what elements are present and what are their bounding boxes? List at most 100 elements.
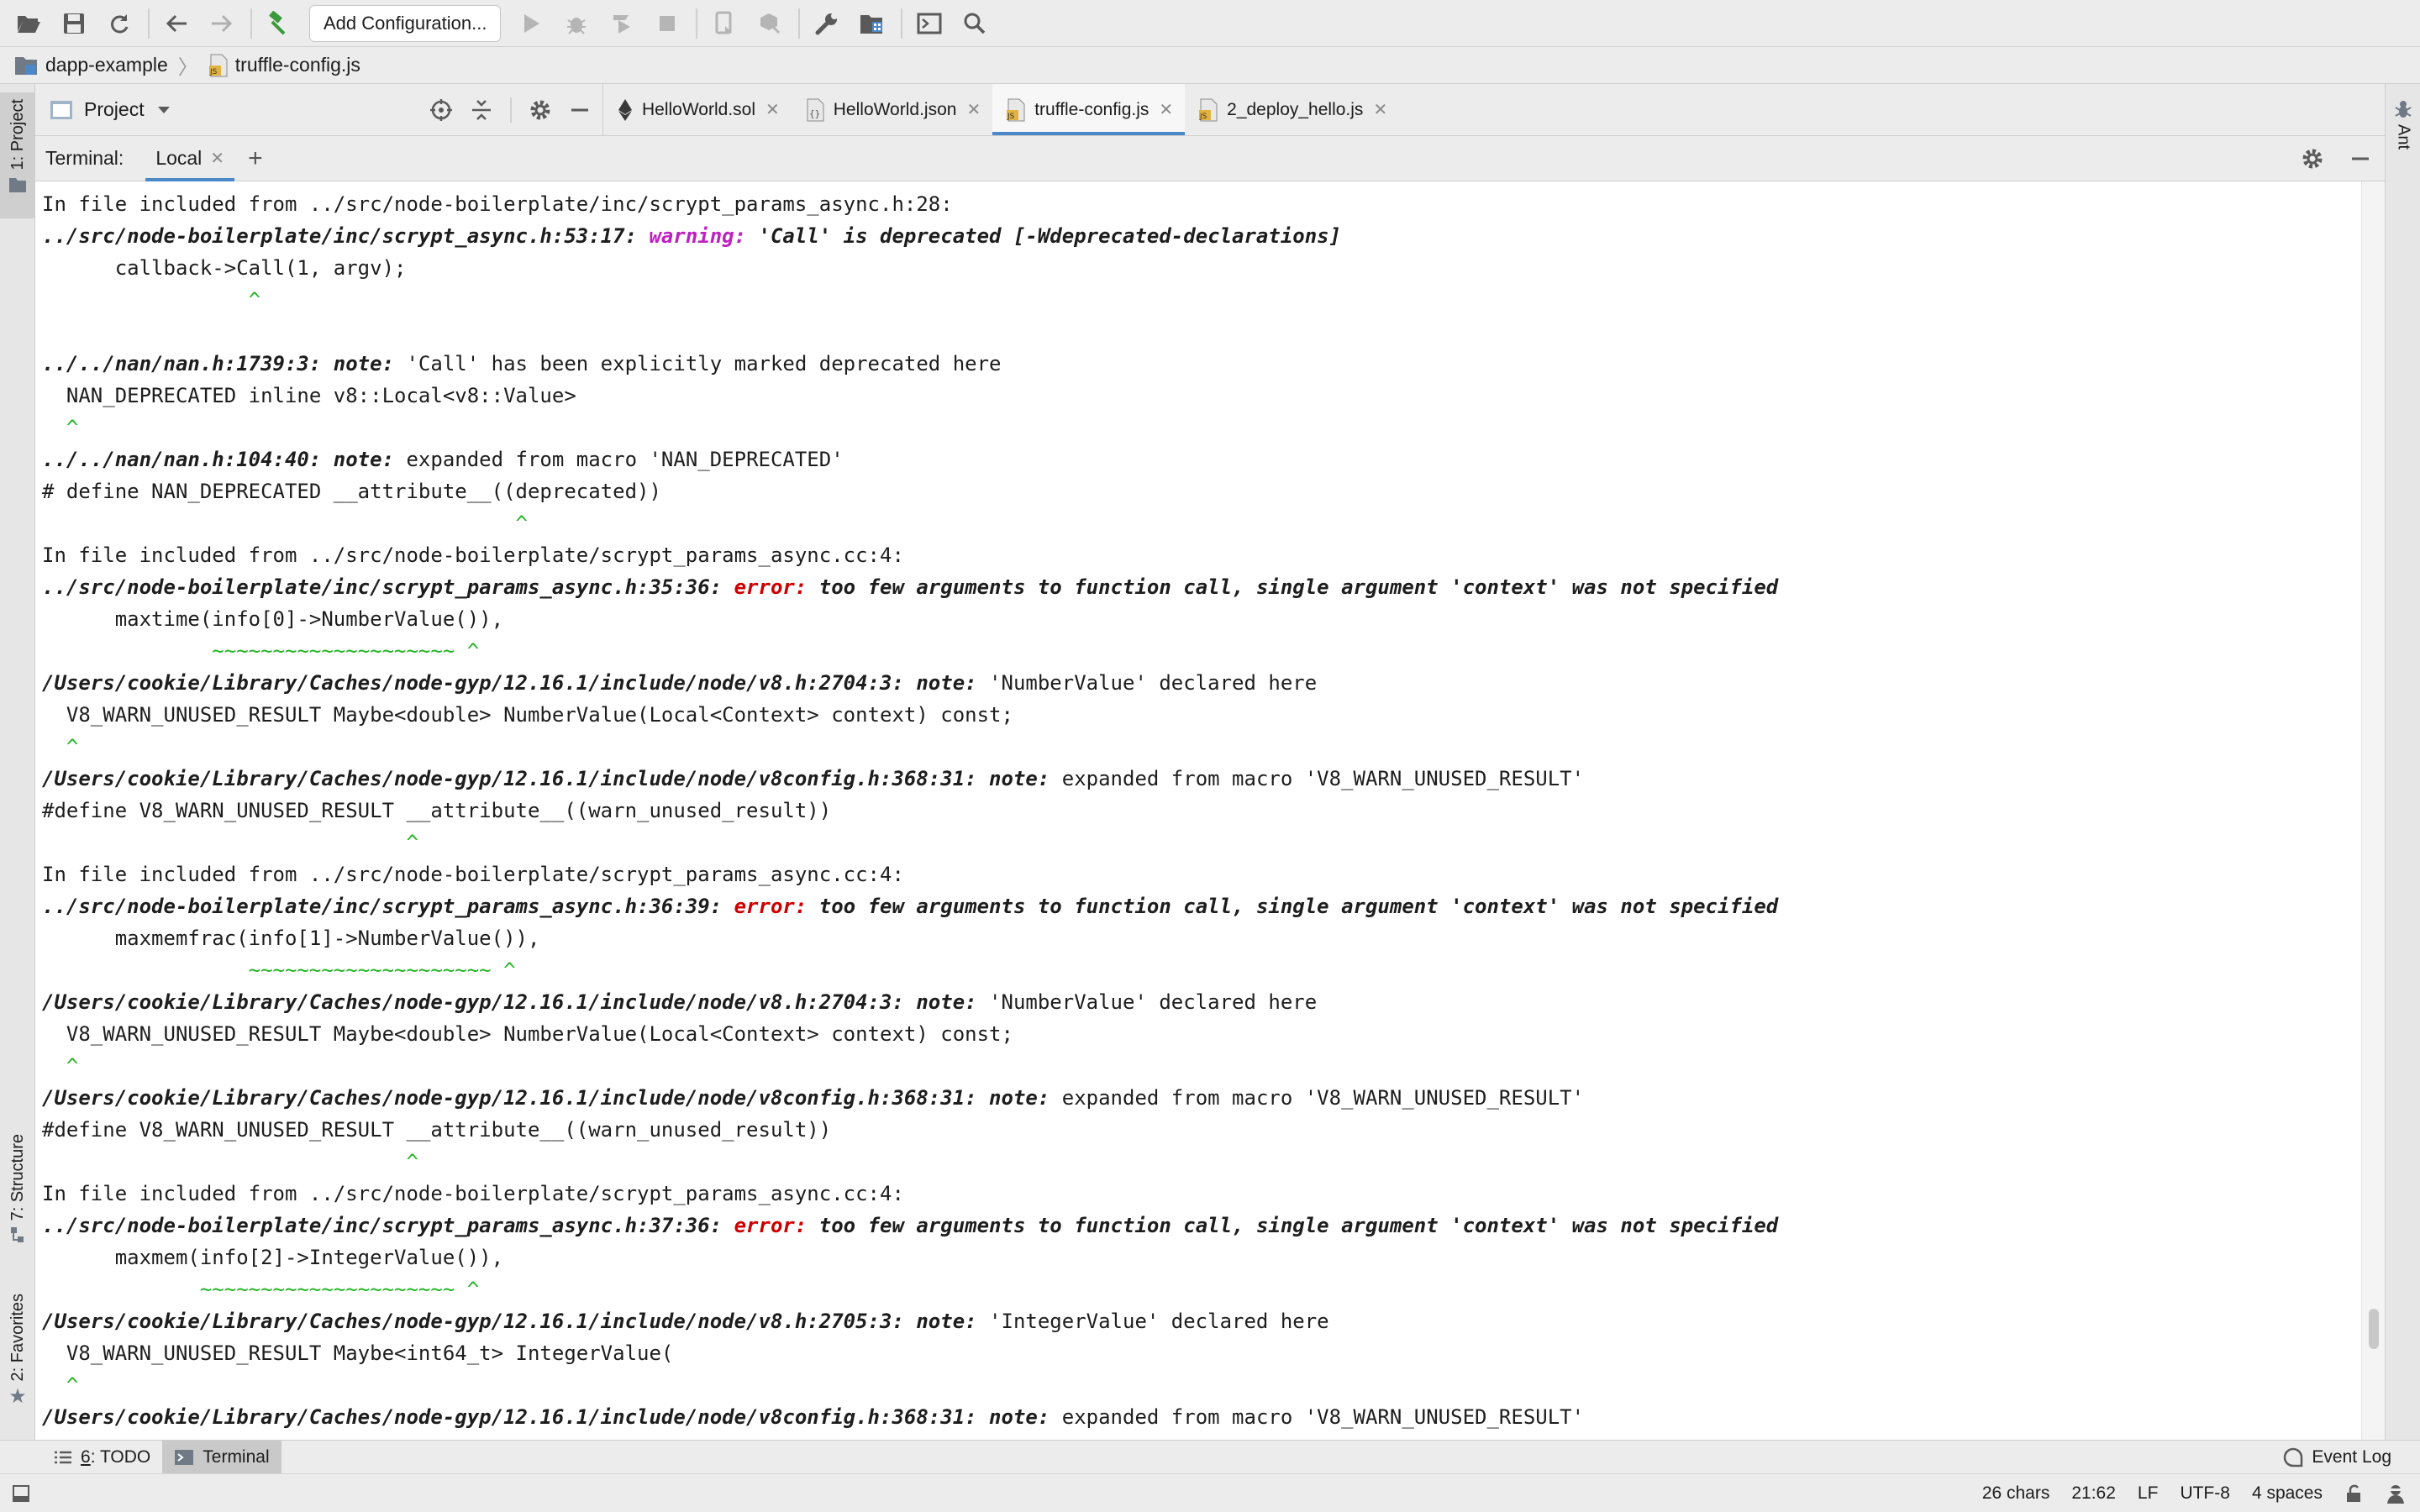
project-tool-tab[interactable]: 1: Project — [0, 92, 35, 218]
gear-icon[interactable] — [529, 98, 552, 122]
right-tool-stripe: Ant — [2385, 84, 2420, 1440]
sync-icon[interactable] — [101, 5, 138, 42]
save-icon[interactable] — [55, 5, 92, 42]
chevron-down-icon[interactable] — [156, 105, 171, 115]
device-icon[interactable] — [706, 5, 743, 42]
terminal-path-text: /Users/cookie/Library/Caches/node-gyp/12… — [42, 1086, 990, 1110]
terminal-green-text: ^ — [42, 512, 528, 535]
project-view-icon — [50, 100, 72, 119]
terminal-line: ^ — [42, 1146, 2361, 1178]
folder-open-icon[interactable] — [10, 5, 47, 42]
terminal-green-text: ^ — [42, 1054, 79, 1078]
coverage-icon[interactable] — [603, 5, 640, 42]
deploy-icon[interactable] — [751, 5, 788, 42]
close-icon[interactable]: ✕ — [1373, 99, 1387, 120]
terminal-line: ../src/node-boilerplate/inc/scrypt_async… — [42, 220, 2361, 252]
terminal-path-text: /Users/cookie/Library/Caches/node-gyp/12… — [42, 1310, 917, 1333]
tab-label: HelloWorld.json — [833, 99, 957, 119]
terminal-output[interactable]: In file included from ../src/node-boiler… — [35, 181, 2361, 1440]
tab-label: 2_deploy_hello.js — [1227, 99, 1364, 119]
terminal-text: expanded from macro 'V8_WARN_UNUSED_RESU… — [1061, 1405, 1585, 1429]
close-icon[interactable]: ✕ — [1159, 99, 1173, 120]
breadcrumb-project[interactable]: dapp-example — [13, 54, 168, 76]
gear-icon[interactable] — [2301, 147, 2324, 171]
back-icon[interactable] — [158, 5, 195, 42]
terminal-line: In file included from ../src/node-boiler… — [42, 1178, 2361, 1210]
terminal-text: #define V8_WARN_UNUSED_RESULT __attribut… — [42, 1118, 832, 1142]
terminal-line: ^ — [42, 507, 2361, 539]
terminal-text: expanded from macro 'NAN_DEPRECATED' — [406, 448, 844, 471]
terminal-tool-button[interactable]: Terminal — [162, 1440, 281, 1474]
wrench-icon[interactable] — [808, 5, 845, 42]
terminal-text: expanded from macro 'V8_WARN_UNUSED_RESU… — [1061, 767, 1585, 790]
close-icon[interactable]: ✕ — [966, 99, 981, 120]
terminal-msg-b-text: too few arguments to function call, sing… — [818, 575, 1779, 599]
left-tool-stripe: 1: Project 7: Structure 2: Favorites ★ — [0, 84, 35, 1440]
status-bar: 26 chars 21:62 LF UTF-8 4 spaces — [0, 1473, 2420, 1512]
run-icon[interactable] — [513, 5, 550, 42]
toggle-tool-windows-icon[interactable] — [12, 1484, 30, 1503]
minimize-icon[interactable] — [2349, 148, 2371, 170]
file-encoding[interactable]: UTF-8 — [2180, 1483, 2230, 1504]
terminal-msg-b-text: too few arguments to function call, sing… — [818, 895, 1779, 918]
terminal-header: Terminal: Local ✕ + — [35, 136, 2385, 181]
terminal-tab-local[interactable]: Local ✕ — [145, 136, 234, 181]
breadcrumb-file[interactable]: JS truffle-config.js — [208, 54, 360, 77]
lock-icon[interactable] — [2344, 1483, 2363, 1504]
terminal-path-text: /Users/cookie/Library/Caches/node-gyp/12… — [42, 1405, 990, 1429]
svg-text:{}: {} — [809, 108, 820, 119]
locate-file-icon[interactable] — [429, 98, 453, 122]
terminal-text: 'IntegerValue' declared here — [989, 1310, 1329, 1333]
list-icon — [55, 1451, 71, 1463]
terminal-text: # define NAN_DEPRECATED __attribute__((d… — [42, 480, 661, 503]
project-structure-icon[interactable] — [854, 5, 891, 42]
terminal-text: In file included from ../src/node-boiler… — [42, 543, 904, 567]
new-terminal-button[interactable]: + — [248, 144, 263, 173]
breadcrumb-file-label: truffle-config.js — [234, 54, 360, 76]
todo-tool-button[interactable]: 6: TODO — [42, 1441, 162, 1474]
structure-tool-tab[interactable]: 7: Structure — [0, 1134, 35, 1260]
svg-text:JS: JS — [1199, 113, 1207, 121]
terminal-line: ../src/node-boilerplate/inc/scrypt_param… — [42, 1210, 2361, 1242]
terminal-path-text: ../src/node-boilerplate/inc/scrypt_param… — [42, 1214, 734, 1237]
terminal-line: ^ — [42, 412, 2361, 444]
scrollbar-thumb[interactable] — [2369, 1309, 2379, 1349]
event-log-button[interactable]: Event Log — [2271, 1441, 2403, 1474]
build-hammer-icon[interactable] — [260, 5, 297, 42]
indent-setting[interactable]: 4 spaces — [2252, 1483, 2323, 1504]
terminal-line: /Users/cookie/Library/Caches/node-gyp/12… — [42, 986, 2361, 1018]
terminal-icon[interactable] — [911, 5, 948, 42]
terminal-line: /Users/cookie/Library/Caches/node-gyp/12… — [42, 1305, 2361, 1337]
breadcrumb-separator: 〉 — [177, 56, 198, 79]
terminal-line: maxmem(info[2]->IntegerValue()), — [42, 1242, 2361, 1273]
terminal-tool-label: Terminal — [203, 1446, 270, 1467]
terminal-text: NAN_DEPRECATED inline v8::Local<v8::Valu… — [42, 384, 576, 407]
minimize-icon[interactable] — [569, 99, 591, 121]
search-icon[interactable] — [956, 5, 993, 42]
forward-icon[interactable] — [203, 5, 240, 42]
tab-helloworld-json[interactable]: {} HelloWorld.json ✕ — [792, 84, 992, 135]
close-icon[interactable]: ✕ — [765, 99, 780, 120]
terminal-text: expanded from macro 'V8_WARN_UNUSED_RESU… — [1061, 1086, 1585, 1110]
terminal-line: ../../nan/nan.h:104:40: note: expanded f… — [42, 444, 2361, 475]
line-separator[interactable]: LF — [2138, 1483, 2159, 1504]
tab-2-deploy-hello-js[interactable]: JS 2_deploy_hello.js ✕ — [1185, 84, 1399, 135]
terminal-kw-error-text: error: — [734, 575, 819, 599]
js-file-icon: JS — [1007, 98, 1025, 121]
inspector-icon[interactable] — [2385, 1483, 2407, 1504]
tab-helloworld-sol[interactable]: HelloWorld.sol ✕ — [603, 84, 792, 135]
terminal-line: ^ — [42, 827, 2361, 858]
json-icon: {} — [807, 98, 824, 121]
debug-icon[interactable] — [558, 5, 595, 42]
add-configuration-button[interactable]: Add Configuration... — [309, 4, 502, 42]
navigation-bar: dapp-example 〉 JS truffle-config.js — [0, 47, 2420, 84]
collapse-all-icon[interactable] — [470, 98, 493, 122]
ant-tool-tab[interactable]: Ant — [2386, 99, 2420, 150]
caret-position[interactable]: 21:62 — [2071, 1483, 2116, 1504]
project-panel-title[interactable]: Project — [84, 98, 145, 121]
terminal-scrollbar[interactable] — [2361, 181, 2385, 1440]
stop-icon[interactable] — [649, 5, 686, 42]
favorites-tool-tab[interactable]: 2: Favorites ★ — [0, 1294, 35, 1428]
tab-truffle-config-js[interactable]: JS truffle-config.js ✕ — [992, 84, 1186, 135]
close-icon[interactable]: ✕ — [210, 148, 224, 169]
